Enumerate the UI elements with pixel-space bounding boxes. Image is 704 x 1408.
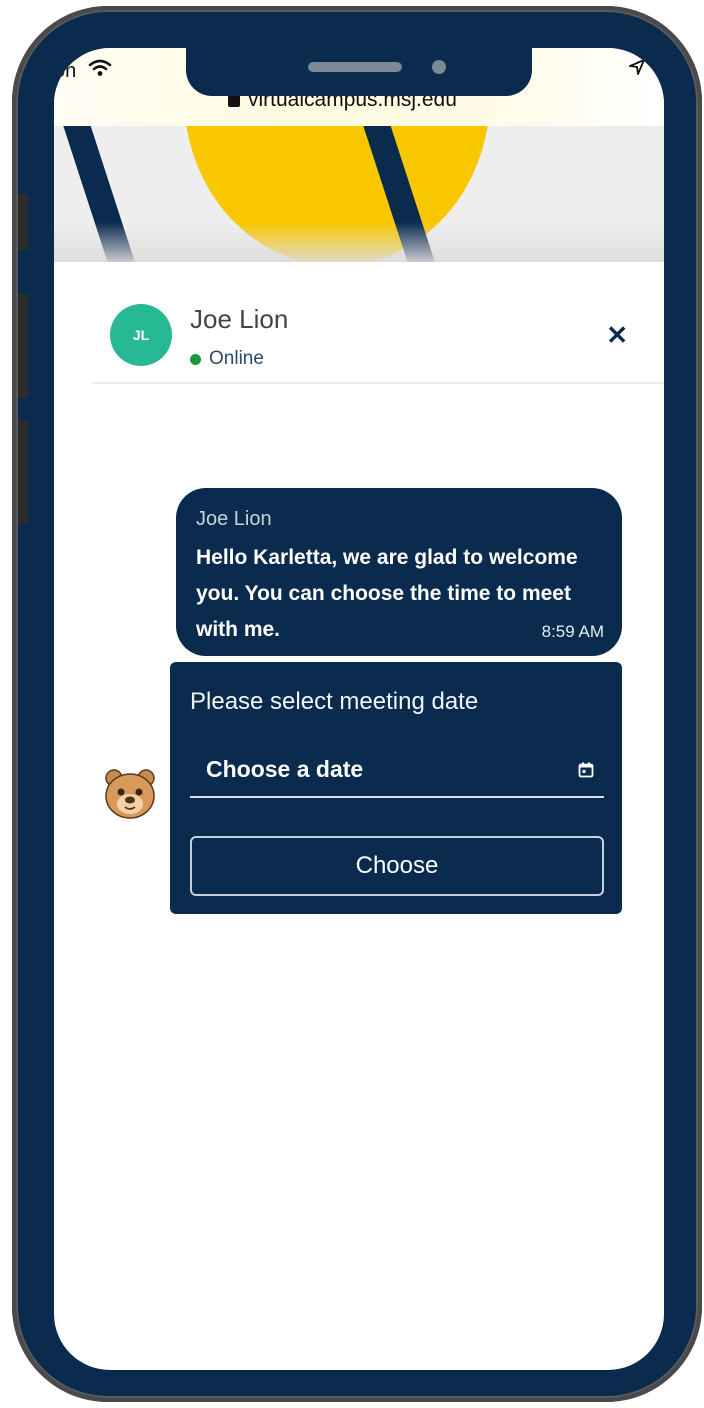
message-time: 8:59 AM xyxy=(541,622,604,641)
agent-name: Joe Lion xyxy=(190,304,289,334)
agent-avatar: JL xyxy=(110,304,172,366)
phone-screen: on virtualcampus.msj.edu JL Joe Lion Onl… xyxy=(54,48,664,1370)
chat-header: JL Joe Lion Online ✕ xyxy=(54,262,664,382)
hero-fade xyxy=(54,222,664,262)
date-picker-card: Please select meeting date Choose a date… xyxy=(170,662,622,914)
volume-up-button xyxy=(16,294,28,398)
front-camera xyxy=(432,60,446,74)
close-icon[interactable]: ✕ xyxy=(606,322,628,348)
hero-banner xyxy=(54,126,664,262)
location-arrow-icon xyxy=(628,58,646,81)
header-divider xyxy=(92,382,664,384)
carrier-label: on xyxy=(54,60,77,82)
date-input[interactable]: Choose a date xyxy=(190,746,604,798)
volume-down-button xyxy=(16,420,28,524)
lock-icon xyxy=(228,88,240,107)
message-bubble: Joe Lion Hello Karletta, we are glad to … xyxy=(176,488,622,656)
choose-button[interactable]: Choose xyxy=(190,836,604,896)
silent-switch xyxy=(16,194,28,250)
presence-label: Online xyxy=(209,348,264,369)
phone-notch xyxy=(186,48,532,96)
lion-mascot-icon xyxy=(102,766,158,822)
message-sender: Joe Lion xyxy=(196,508,272,530)
date-input-value: Choose a date xyxy=(206,756,364,782)
presence-status: Online xyxy=(190,348,264,370)
calendar-icon[interactable] xyxy=(578,762,594,778)
online-dot-icon xyxy=(190,353,201,365)
wifi-icon xyxy=(88,58,112,83)
message-text: Hello Karletta, we are glad to welcome y… xyxy=(196,546,578,641)
speaker-grille xyxy=(308,62,402,72)
date-prompt: Please select meeting date xyxy=(190,688,479,715)
